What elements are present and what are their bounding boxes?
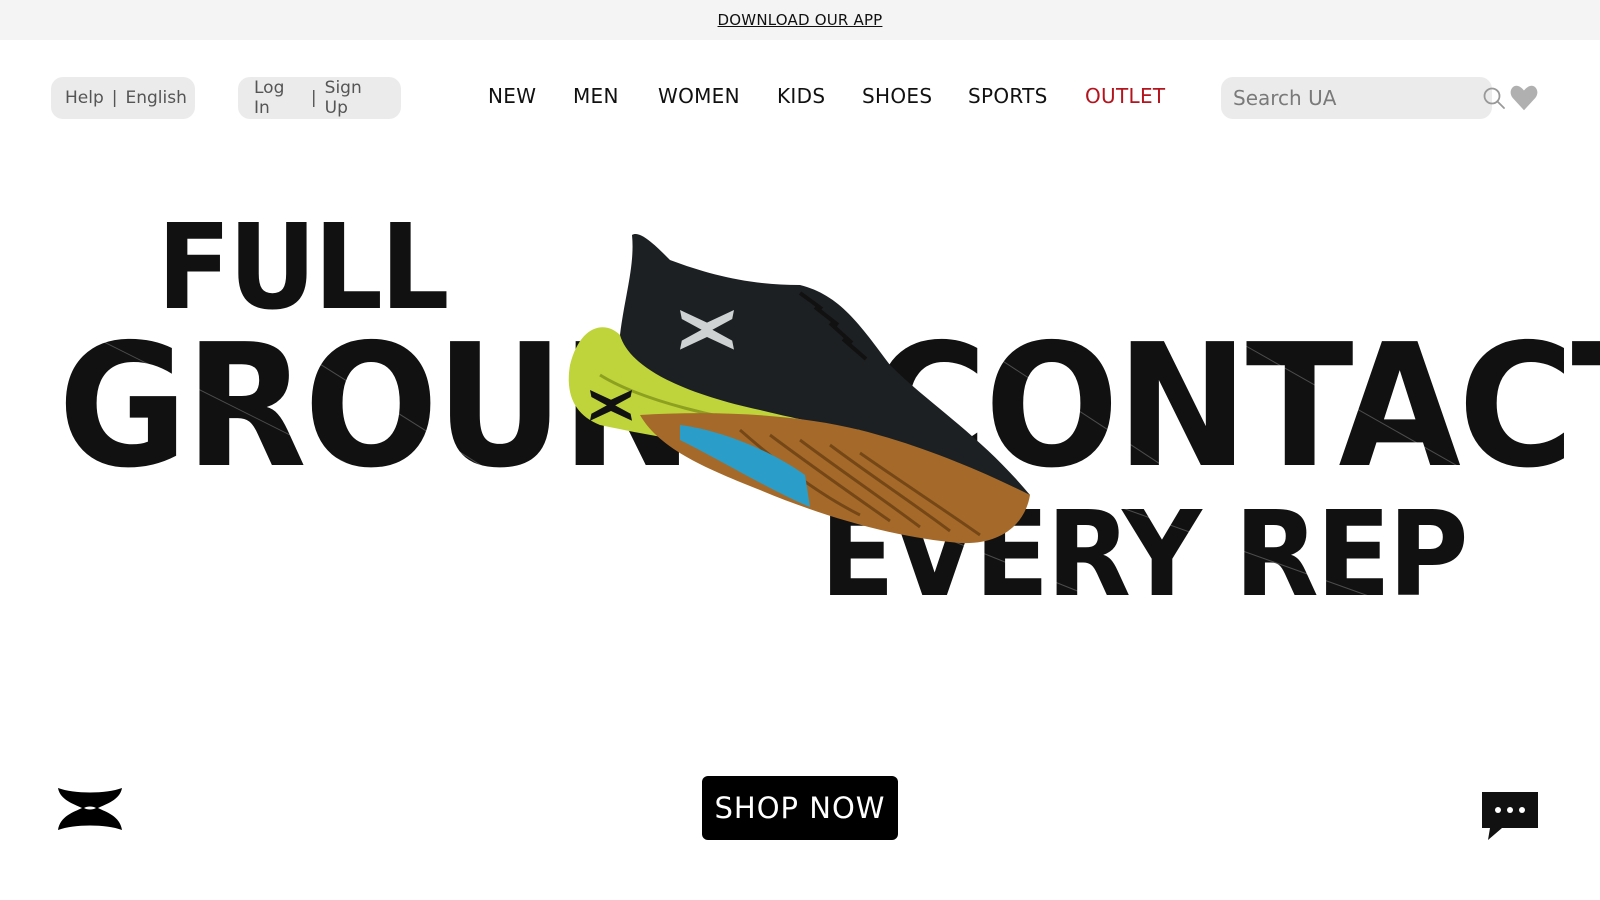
app-download-banner: DOWNLOAD OUR APP	[0, 0, 1600, 40]
nav-shoes[interactable]: SHOES	[862, 84, 932, 108]
chat-icon[interactable]	[1480, 790, 1540, 842]
help-link[interactable]: Help	[65, 88, 104, 108]
nav-outlet[interactable]: OUTLET	[1085, 84, 1165, 108]
login-link[interactable]: Log In	[254, 78, 303, 118]
search-input[interactable]	[1233, 86, 1482, 110]
nav-sports[interactable]: SPORTS	[968, 84, 1048, 108]
heart-icon[interactable]	[1509, 83, 1539, 113]
hero-section: FULL GROUND CONTACT EVERY REP	[0, 170, 1600, 650]
search-box	[1221, 77, 1505, 119]
auth-pill: Log In | Sign Up	[238, 77, 401, 119]
help-language-pill: Help | English	[51, 77, 195, 119]
nav-women[interactable]: WOMEN	[658, 84, 740, 108]
language-selector[interactable]: English	[126, 88, 187, 108]
under-armour-logo[interactable]	[54, 786, 126, 832]
search-icon[interactable]	[1482, 85, 1506, 111]
nav-kids[interactable]: KIDS	[777, 84, 825, 108]
nav-new[interactable]: NEW	[488, 84, 536, 108]
separator: |	[111, 88, 118, 108]
download-app-link[interactable]: DOWNLOAD OUR APP	[718, 11, 883, 29]
training-shoe-image	[568, 234, 1030, 544]
separator: |	[310, 88, 317, 108]
shop-now-button[interactable]: SHOP NOW	[702, 776, 898, 840]
nav-men[interactable]: MEN	[573, 84, 619, 108]
signup-link[interactable]: Sign Up	[325, 78, 387, 118]
